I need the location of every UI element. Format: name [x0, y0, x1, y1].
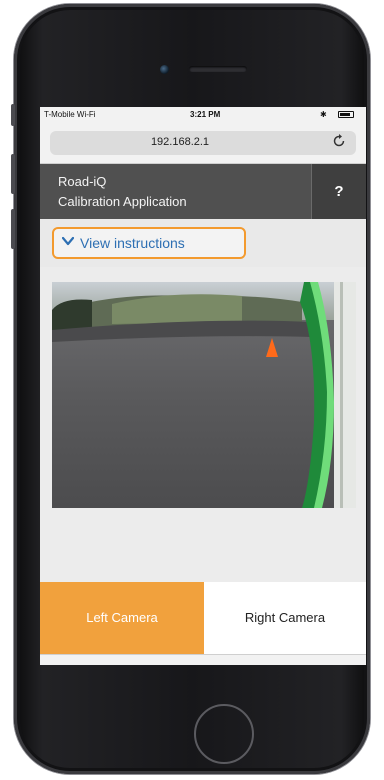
- app-header: Road-iQ Calibration Application ?: [40, 164, 366, 219]
- status-time: 3:21 PM: [190, 110, 221, 119]
- earpiece-speaker: [189, 66, 247, 72]
- volume-down-button: [11, 209, 15, 249]
- chevron-down-icon: [62, 236, 74, 246]
- status-bar: T-Mobile Wi-Fi 3:21 PM ✱: [40, 107, 366, 123]
- view-instructions-toggle[interactable]: View instructions: [52, 227, 246, 259]
- carrier-label: T-Mobile Wi-Fi: [44, 110, 96, 119]
- mute-switch: [11, 104, 15, 126]
- bluetooth-icon: ✱: [320, 110, 327, 119]
- front-camera: [160, 65, 169, 74]
- app-subtitle: Calibration Application: [58, 194, 187, 209]
- volume-up-button: [11, 154, 15, 194]
- browser-address-area: 192.168.2.1: [40, 123, 366, 164]
- app-title: Road-iQ: [58, 174, 107, 189]
- camera-select-bar: Left Camera Right Camera: [40, 582, 366, 654]
- home-button[interactable]: [194, 704, 254, 764]
- reload-icon[interactable]: [332, 134, 346, 152]
- view-instructions-label: View instructions: [80, 235, 185, 251]
- url-text: 192.168.2.1: [150, 136, 210, 148]
- address-bar[interactable]: 192.168.2.1: [50, 131, 356, 155]
- left-camera-button[interactable]: Left Camera: [40, 582, 204, 654]
- browser-toolbar: [40, 654, 366, 665]
- instructions-row: View instructions: [40, 219, 366, 267]
- help-button[interactable]: ?: [311, 164, 366, 219]
- phone-screen: T-Mobile Wi-Fi 3:21 PM ✱ 192.168.2.1 Roa…: [40, 107, 366, 665]
- right-camera-button[interactable]: Right Camera: [204, 582, 366, 654]
- battery-icon: [338, 111, 354, 118]
- camera-feed-image: [52, 282, 356, 508]
